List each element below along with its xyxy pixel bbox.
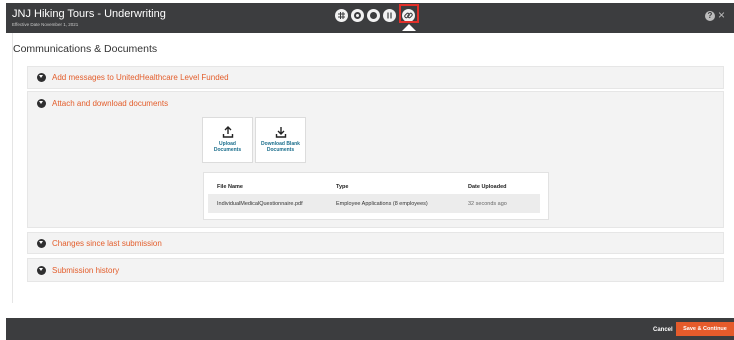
effective-date: Effective Date November 1, 2021 [12, 22, 79, 27]
file-name-cell[interactable]: IndividualMedicalQuestionnaire.pdf [217, 201, 303, 207]
download-blank-documents-button[interactable]: Download Blank Documents [255, 117, 306, 163]
app-title: JNJ Hiking Tours - Underwriting [12, 8, 166, 20]
section-attach-documents-header[interactable]: Attach and download documents [37, 97, 168, 109]
active-nav-highlight [399, 4, 419, 23]
section-add-messages-header[interactable]: Add messages to UnitedHealthcare Level F… [37, 71, 229, 83]
bottom-bar [6, 318, 734, 340]
save-and-continue-button[interactable]: Save & Continue [676, 322, 734, 336]
column-header-type: Type [336, 184, 349, 190]
section-submission-history-header[interactable]: Submission history [37, 264, 119, 276]
close-icon[interactable]: × [718, 8, 725, 22]
active-nav-pointer [402, 24, 416, 31]
upload-documents-button[interactable]: Upload Documents [202, 117, 253, 163]
chevron-down-icon [37, 265, 46, 275]
section-label: Changes since last submission [52, 238, 162, 248]
section-label: Attach and download documents [52, 98, 169, 108]
chevron-down-icon [37, 98, 46, 108]
cancel-button[interactable]: Cancel [653, 327, 673, 333]
section-label: Add messages to UnitedHealthcare Level F… [52, 72, 229, 82]
chevron-down-icon [37, 238, 46, 248]
chevron-down-icon [37, 72, 46, 82]
section-submission-history [27, 258, 724, 282]
upload-label-line2: Documents [213, 147, 242, 153]
column-header-file-name: File Name [217, 184, 243, 190]
download-label-line2: Documents [266, 147, 295, 153]
type-cell: Employee Applications (8 employees) [336, 201, 428, 207]
grid-icon[interactable] [335, 9, 348, 22]
page-title: Communications & Documents [13, 43, 158, 55]
section-changes-header[interactable]: Changes since last submission [37, 237, 162, 249]
record-icon[interactable] [367, 9, 380, 22]
column-header-date-uploaded: Date Uploaded [468, 184, 507, 190]
settings-circle-icon[interactable] [351, 9, 364, 22]
date-uploaded-cell: 32 seconds ago [468, 201, 507, 207]
help-icon[interactable]: ? [705, 11, 715, 21]
upload-icon [222, 126, 233, 138]
section-label: Submission history [52, 265, 120, 275]
columns-icon[interactable] [383, 9, 396, 22]
download-icon [275, 127, 286, 138]
